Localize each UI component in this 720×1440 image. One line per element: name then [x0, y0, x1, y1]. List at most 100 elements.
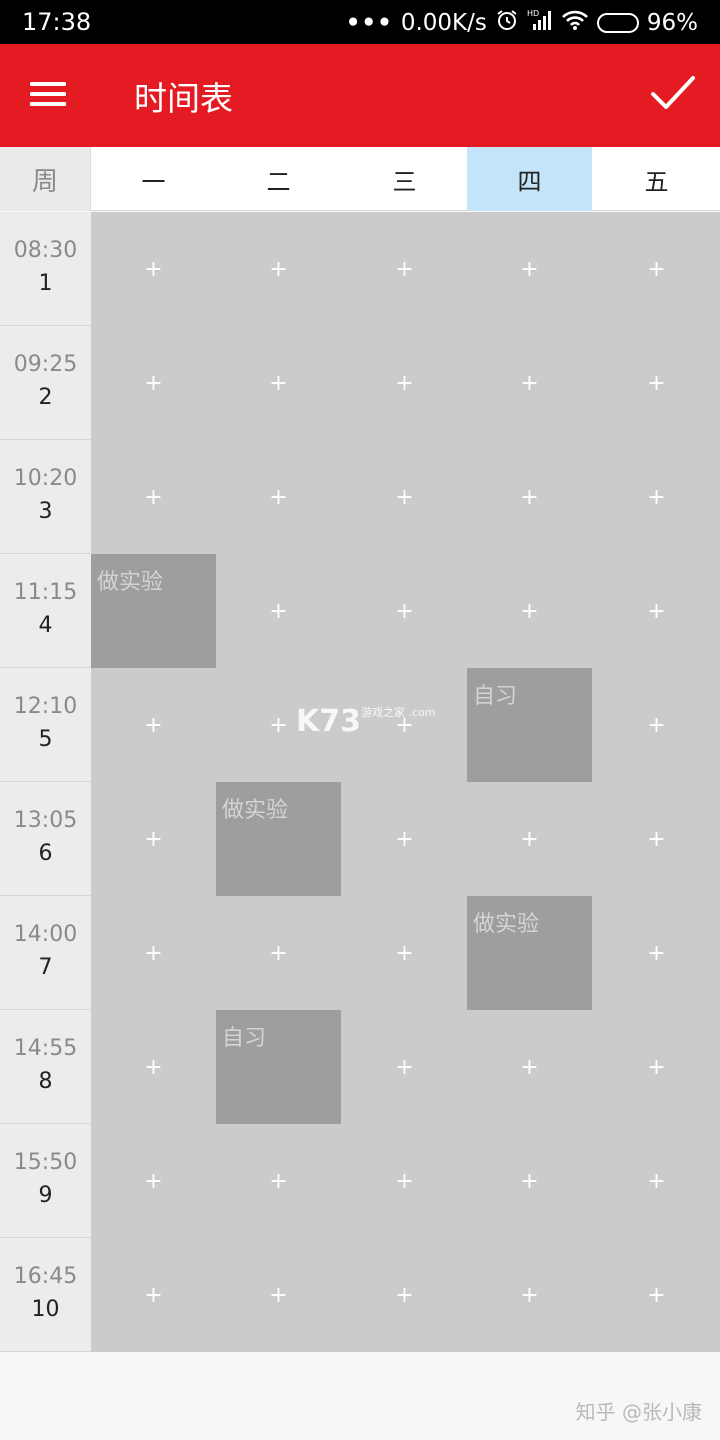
period-cell: 08:30 1 [0, 212, 91, 326]
add-course-button[interactable]: + [139, 710, 169, 740]
add-course-button[interactable]: + [264, 1166, 294, 1196]
add-course-button[interactable]: + [390, 938, 420, 968]
status-icons: ••• 0.00K/s HD 96% [346, 8, 698, 38]
timetable-grid: + + + + + + + + + + + + + + + + + + + + + + + + + + + + + + + + + + + + + + + +… [91, 212, 720, 1352]
add-course-button[interactable]: + [390, 254, 420, 284]
period-cell: 14:55 8 [0, 1010, 91, 1124]
status-bar: 17:38 ••• 0.00K/s HD 96% [0, 0, 720, 44]
battery-icon [596, 13, 639, 33]
period-time: 10:20 [13, 466, 78, 491]
day-header-wed[interactable]: 三 [342, 147, 467, 211]
period-time: 11:15 [13, 580, 78, 605]
add-course-button[interactable]: + [139, 1166, 169, 1196]
hd-signal-icon: HD [527, 8, 553, 38]
period-cell: 14:00 7 [0, 896, 91, 1010]
page-title: 时间表 [134, 79, 233, 118]
period-number: 2 [38, 385, 53, 410]
period-number: 3 [38, 499, 53, 524]
period-number: 7 [38, 955, 53, 980]
add-course-button[interactable]: + [139, 482, 169, 512]
course-block[interactable]: 做实验 [91, 554, 216, 668]
day-header-tue[interactable]: 二 [216, 147, 341, 211]
add-course-button[interactable]: + [642, 368, 672, 398]
add-course-button[interactable]: + [139, 824, 169, 854]
add-course-button[interactable]: + [642, 482, 672, 512]
add-course-button[interactable]: + [515, 1166, 545, 1196]
period-number: 10 [31, 1297, 60, 1322]
add-course-button[interactable]: + [390, 1280, 420, 1310]
add-course-button[interactable]: + [139, 1280, 169, 1310]
add-course-button[interactable]: + [264, 596, 294, 626]
period-cell: 16:45 10 [0, 1238, 91, 1352]
period-column: 08:30 1 09:25 2 10:20 3 11:15 4 12:10 5 13:05 6 14:0… [0, 212, 91, 1352]
check-icon[interactable] [650, 74, 698, 118]
add-course-button[interactable]: + [642, 1166, 672, 1196]
svg-text:HD: HD [527, 9, 539, 18]
period-cell: 11:15 4 [0, 554, 91, 668]
period-number: 9 [38, 1183, 53, 1208]
notification-dots: ••• [345, 10, 393, 36]
add-course-button[interactable]: + [390, 368, 420, 398]
period-time: 09:25 [13, 352, 78, 377]
add-course-button[interactable]: + [264, 482, 294, 512]
add-course-button[interactable]: + [139, 368, 169, 398]
add-course-button[interactable]: + [642, 1052, 672, 1082]
k73-watermark-text: K73 [296, 704, 361, 739]
day-header-mon[interactable]: 一 [91, 147, 216, 211]
add-course-button[interactable]: + [390, 1052, 420, 1082]
add-course-button[interactable]: + [515, 254, 545, 284]
alarm-icon [495, 8, 519, 38]
add-course-button[interactable]: + [390, 482, 420, 512]
course-block[interactable]: 做实验 [216, 782, 341, 896]
footer-credit: 知乎 @张小康 [575, 1400, 702, 1424]
period-number: 4 [38, 613, 53, 638]
week-label: 周 [0, 147, 91, 211]
add-course-button[interactable]: + [139, 254, 169, 284]
add-course-button[interactable]: + [515, 1052, 545, 1082]
period-time: 08:30 [13, 238, 78, 263]
k73-watermark-logo: K73游戏之家 .com [296, 704, 436, 739]
add-course-button[interactable]: + [390, 596, 420, 626]
period-cell: 15:50 9 [0, 1124, 91, 1238]
add-course-button[interactable]: + [264, 368, 294, 398]
add-course-button[interactable]: + [642, 1280, 672, 1310]
period-number: 6 [38, 841, 53, 866]
add-course-button[interactable]: + [642, 824, 672, 854]
net-speed: 0.00K/s [400, 10, 487, 36]
add-course-button[interactable]: + [515, 482, 545, 512]
period-cell: 10:20 3 [0, 440, 91, 554]
add-course-button[interactable]: + [264, 938, 294, 968]
hamburger-menu-icon[interactable] [30, 76, 72, 116]
add-course-button[interactable]: + [642, 596, 672, 626]
add-course-button[interactable]: + [264, 254, 294, 284]
period-time: 14:00 [13, 922, 78, 947]
course-block[interactable]: 做实验 [467, 896, 592, 1010]
period-time: 16:45 [13, 1264, 78, 1289]
add-course-button[interactable]: + [642, 254, 672, 284]
wifi-icon [561, 9, 589, 37]
battery-percent: 96% [646, 10, 698, 36]
day-header: 周 一 二 三 四 五 [0, 147, 720, 211]
add-course-button[interactable]: + [642, 938, 672, 968]
day-header-fri[interactable]: 五 [593, 147, 720, 211]
course-block[interactable]: 自习 [216, 1010, 341, 1124]
add-course-button[interactable]: + [139, 938, 169, 968]
app-bar: 时间表 [0, 44, 720, 147]
day-header-thu[interactable]: 四 [467, 147, 592, 211]
add-course-button[interactable]: + [390, 1166, 420, 1196]
period-time: 15:50 [13, 1150, 78, 1175]
footer: 知乎 @张小康 [0, 1352, 720, 1440]
add-course-button[interactable]: + [515, 824, 545, 854]
add-course-button[interactable]: + [264, 710, 294, 740]
add-course-button[interactable]: + [264, 1280, 294, 1310]
period-cell: 13:05 6 [0, 782, 91, 896]
period-number: 8 [38, 1069, 53, 1094]
add-course-button[interactable]: + [515, 596, 545, 626]
course-block[interactable]: 自习 [467, 668, 592, 782]
add-course-button[interactable]: + [642, 710, 672, 740]
add-course-button[interactable]: + [139, 1052, 169, 1082]
add-course-button[interactable]: + [515, 1280, 545, 1310]
add-course-button[interactable]: + [515, 368, 545, 398]
period-cell: 12:10 5 [0, 668, 91, 782]
add-course-button[interactable]: + [390, 824, 420, 854]
